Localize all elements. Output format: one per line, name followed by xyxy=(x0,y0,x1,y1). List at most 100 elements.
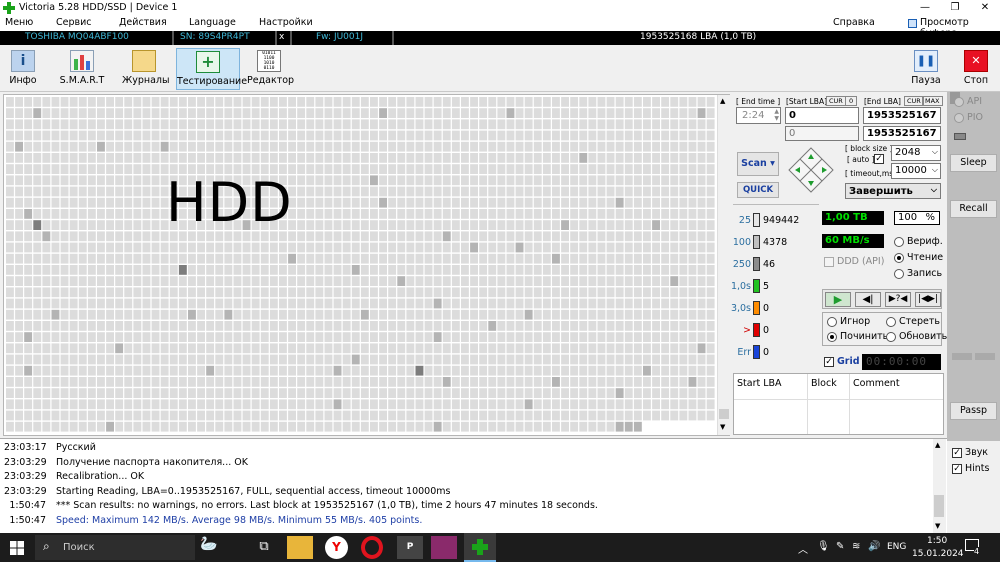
windows-start-icon[interactable] xyxy=(10,541,24,555)
menu-item-menu[interactable]: Меню xyxy=(5,17,33,28)
volume-icon[interactable]: 🔊 xyxy=(868,541,880,552)
device-close-x[interactable]: x xyxy=(279,32,284,42)
butterfly-seek-icon[interactable]: |◀▶| xyxy=(915,292,941,307)
file-explorer-icon[interactable] xyxy=(287,536,313,559)
log-panel[interactable]: 23:03:17 Русский 23:03:29 Получение паспорт… xyxy=(0,438,947,534)
hints-checkbox[interactable]: ✓ xyxy=(952,464,962,474)
pio-radio[interactable] xyxy=(954,113,964,123)
end-time-input[interactable]: 2:24 ▲ ▼ xyxy=(736,107,781,124)
task-view-icon[interactable]: ⧉ xyxy=(251,536,277,559)
recall-button[interactable]: Recall xyxy=(950,200,997,218)
timeout-select[interactable]: 10000 ⌵ xyxy=(891,163,941,179)
wifi-icon[interactable]: ≋ xyxy=(852,541,860,552)
stats-color-swatch[interactable] xyxy=(753,323,760,337)
pen-icon[interactable]: ✎ xyxy=(836,541,844,552)
scroll-down-icon[interactable]: ▼ xyxy=(720,423,725,431)
log-scrollbar[interactable]: ▲ ▼ xyxy=(933,439,946,534)
scan-button[interactable]: Scan ▾ xyxy=(737,152,779,176)
scan-block-cell xyxy=(652,343,660,354)
close-button[interactable]: ✕ xyxy=(970,0,1000,16)
menu-item-language[interactable]: Language xyxy=(189,17,236,28)
victoria-taskbar-button[interactable] xyxy=(464,533,496,562)
maximize-button[interactable]: ❐ xyxy=(940,0,970,16)
grid-scrollbar[interactable]: ▲ ▼ xyxy=(717,95,730,435)
scroll-up-icon[interactable]: ▲ xyxy=(935,441,940,449)
stats-color-swatch[interactable] xyxy=(753,345,760,359)
stop-button[interactable]: ✕ Стоп xyxy=(958,48,994,90)
stats-color-swatch[interactable] xyxy=(753,279,760,293)
start-lba-input[interactable]: 0 xyxy=(785,107,859,124)
opera-browser-icon[interactable] xyxy=(361,536,383,559)
microphone-icon[interactable]: 🎙 xyxy=(817,541,830,552)
api-radio[interactable] xyxy=(954,97,964,107)
smart-button[interactable]: S.M.A.R.T xyxy=(58,48,106,90)
scan-block-cell xyxy=(570,220,579,230)
column-comment[interactable]: Comment xyxy=(853,378,900,389)
ddd-api-checkbox[interactable] xyxy=(824,257,834,267)
menu-item-settings[interactable]: Настройки xyxy=(259,17,313,28)
tray-chevron-up-icon[interactable]: ︿ xyxy=(798,541,808,556)
scan-block-cell xyxy=(451,377,460,387)
scan-block-cell xyxy=(106,276,114,286)
column-start-lba[interactable]: Start LBA xyxy=(737,378,782,389)
device-info-bar[interactable]: TOSHIBA MQ04ABF100 SN: 89S4PR4PT x Fw: J… xyxy=(0,31,1000,45)
scan-block-cell xyxy=(6,298,14,309)
read-radio[interactable] xyxy=(894,253,904,263)
direction-pad[interactable] xyxy=(787,146,835,194)
pause-button[interactable]: ❚❚ Пауза xyxy=(908,48,944,90)
scroll-down-icon[interactable]: ▼ xyxy=(935,522,940,530)
winrar-icon[interactable] xyxy=(431,536,457,559)
column-block[interactable]: Block xyxy=(811,378,837,389)
repair-radio[interactable] xyxy=(827,332,837,342)
minimize-button[interactable]: — xyxy=(910,0,940,16)
block-size-select[interactable]: 2048 ⌵ xyxy=(891,145,941,161)
editor-button[interactable]: 01011 1100 1010 0110 Редактор xyxy=(247,48,294,90)
stats-color-swatch[interactable] xyxy=(753,235,760,249)
write-radio[interactable] xyxy=(894,269,904,279)
verify-radio[interactable] xyxy=(894,237,904,247)
menu-item-service[interactable]: Сервис xyxy=(56,17,92,28)
end-lba-input[interactable]: 1953525167 xyxy=(863,107,941,124)
start-zero-button[interactable]: 0 xyxy=(845,96,858,106)
stats-color-swatch[interactable] xyxy=(753,301,760,315)
end-max-button[interactable]: MAX xyxy=(922,96,943,106)
defects-table[interactable]: Start LBA Block Comment xyxy=(733,373,944,435)
scan-block-cell xyxy=(87,119,96,130)
finish-action-select[interactable]: Завершить ⌵ xyxy=(845,183,941,199)
scan-block-cell xyxy=(133,164,142,174)
title-bar[interactable]: Victoria 5.28 HDD/SSD | Device 1 — ❐ ✕ xyxy=(0,0,1000,16)
erase-radio[interactable] xyxy=(886,317,896,327)
language-indicator[interactable]: ENG xyxy=(887,542,906,552)
quick-button[interactable]: QUICK xyxy=(737,182,779,198)
info-button[interactable]: i Инфо xyxy=(4,48,42,90)
play-backward-icon[interactable]: ◀| xyxy=(855,292,881,307)
yandex-browser-icon[interactable]: Y xyxy=(325,536,348,559)
ignore-radio[interactable] xyxy=(827,317,837,327)
logs-button[interactable]: Журналы xyxy=(122,48,170,90)
sound-checkbox[interactable]: ✓ xyxy=(952,448,962,458)
play-forward-icon[interactable]: ▶ xyxy=(825,292,851,307)
scroll-up-icon[interactable]: ▲ xyxy=(720,97,725,105)
testing-button[interactable]: + Тестирование xyxy=(176,48,247,90)
menu-item-actions[interactable]: Действия xyxy=(119,17,167,28)
sleep-button[interactable]: Sleep xyxy=(950,154,997,172)
scroll-thumb[interactable] xyxy=(934,495,944,517)
stats-color-swatch[interactable] xyxy=(753,257,760,271)
auto-block-checkbox[interactable]: ✓ xyxy=(874,154,884,164)
start-cur-button[interactable]: CUR xyxy=(826,96,846,106)
refresh-radio[interactable] xyxy=(886,332,896,342)
random-seek-icon[interactable]: ▶?◀ xyxy=(885,292,911,307)
scan-block-cell xyxy=(251,141,260,152)
stats-color-swatch[interactable] xyxy=(753,213,760,227)
end-cur-button[interactable]: CUR xyxy=(904,96,924,106)
grid-checkbox[interactable]: ✓ xyxy=(824,357,834,367)
passp-button[interactable]: Passp xyxy=(950,402,997,420)
app-p-icon[interactable]: P xyxy=(397,536,423,559)
spin-arrows-icon[interactable]: ▲ ▼ xyxy=(774,108,779,122)
clock-date[interactable]: 15.01.2024 xyxy=(912,549,964,559)
scroll-thumb[interactable] xyxy=(719,409,729,419)
clock-time[interactable]: 1:50 xyxy=(927,536,947,546)
menu-item-help[interactable]: Справка xyxy=(833,17,875,28)
scan-block-cell xyxy=(97,377,105,387)
taskbar-search-box[interactable]: ⌕ Поиск 🦢 xyxy=(35,535,217,560)
